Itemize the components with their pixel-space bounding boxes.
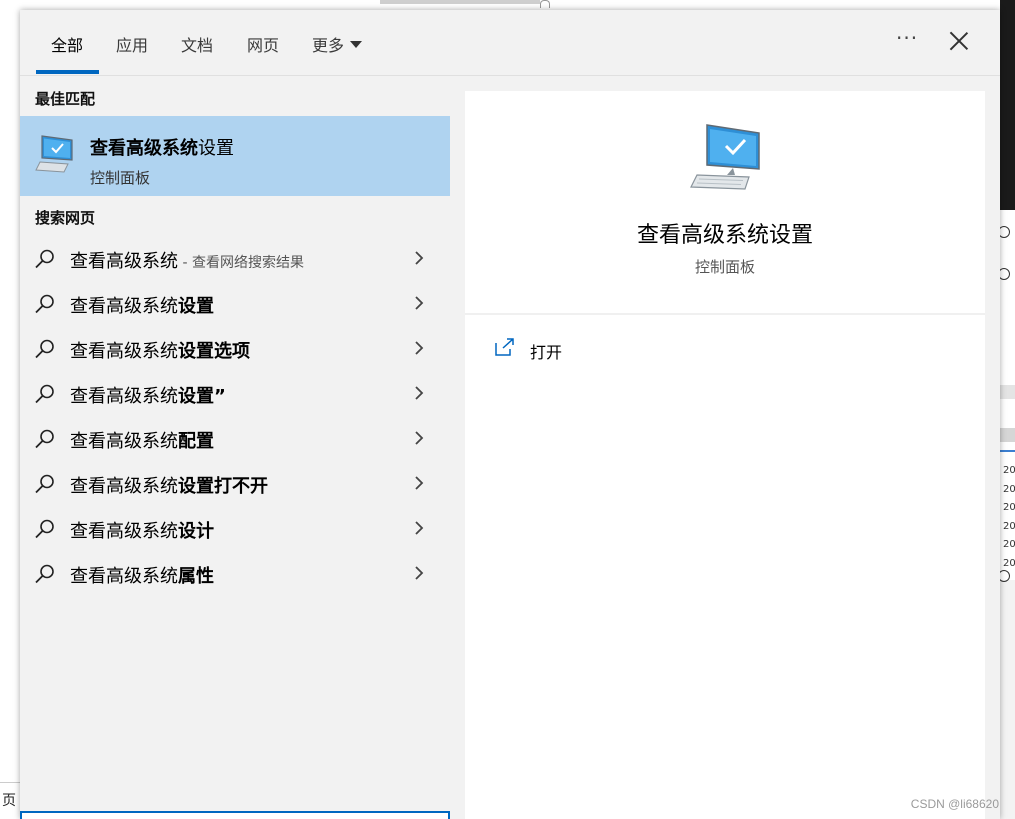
web-search-result[interactable]: 查看高级系统设置 xyxy=(20,282,450,324)
search-icon xyxy=(35,384,54,404)
result-text: 查看高级系统设置打不开 xyxy=(70,472,268,498)
result-normal: 查看高级系统 xyxy=(70,341,178,362)
chevron-right-icon[interactable] xyxy=(412,431,426,445)
search-icon xyxy=(35,294,54,314)
web-search-result[interactable]: 查看高级系统配置 xyxy=(20,417,450,459)
search-icon xyxy=(35,339,54,359)
detail-pane: 查看高级系统设置 控制面板 打开 xyxy=(465,91,985,819)
side-number: 20 xyxy=(1003,483,1015,495)
chevron-right-icon[interactable] xyxy=(412,341,426,355)
web-search-result[interactable]: 查看高级系统属性 xyxy=(20,552,450,594)
tab-more[interactable]: 更多 xyxy=(312,32,363,56)
search-icon xyxy=(35,564,54,584)
tab-documents[interactable]: 文档 xyxy=(181,32,213,56)
open-button[interactable]: 打开 xyxy=(495,335,695,365)
side-number: 20 xyxy=(1003,539,1015,550)
side-number: 20 xyxy=(1003,557,1015,569)
chevron-right-icon[interactable] xyxy=(412,386,426,400)
result-normal: 查看高级系统 xyxy=(70,521,178,542)
result-bold: 设置打不开 xyxy=(178,476,268,497)
best-match-subtitle: 控制面板 xyxy=(90,169,151,187)
result-hint: - 查看网络搜索结果 xyxy=(178,255,304,271)
chevron-right-icon[interactable] xyxy=(412,566,426,580)
side-number: 20 xyxy=(1003,465,1015,476)
open-label: 打开 xyxy=(530,343,563,362)
more-options-icon[interactable]: ··· xyxy=(896,26,918,50)
tab-more-label: 更多 xyxy=(312,36,345,55)
chevron-right-icon[interactable] xyxy=(412,296,426,310)
result-normal: 查看高级系统 xyxy=(70,386,178,407)
search-icon xyxy=(35,429,54,449)
background-side-numbers: 20 20 20 20 20 20 xyxy=(1003,462,1015,573)
result-normal: 查看高级系统 xyxy=(70,431,178,452)
result-normal: 查看高级系统 xyxy=(70,296,178,317)
result-text: 查看高级系统设置” xyxy=(70,382,226,408)
best-match-title-rest: 设置 xyxy=(198,138,234,159)
background-left xyxy=(0,0,20,819)
side-number: 20 xyxy=(1003,520,1015,532)
watermark: CSDN @li68620 xyxy=(910,797,999,811)
active-tab-indicator xyxy=(36,70,99,74)
computer-monitor-icon xyxy=(35,135,73,173)
tab-apps[interactable]: 应用 xyxy=(116,32,148,56)
result-text: 查看高级系统配置 xyxy=(70,427,214,453)
caret-down-icon xyxy=(350,41,363,48)
web-search-result[interactable]: 查看高级系统 - 查看网络搜索结果 xyxy=(20,237,450,279)
web-search-result[interactable]: 查看高级系统设置” xyxy=(20,372,450,414)
result-text: 查看高级系统属性 xyxy=(70,562,214,588)
background-bar xyxy=(1000,428,1015,442)
result-text: 查看高级系统设置选项 xyxy=(70,337,250,363)
background-scroll-knob xyxy=(540,0,550,8)
chevron-right-icon[interactable] xyxy=(412,521,426,535)
background-dark-panel xyxy=(1000,0,1015,210)
result-normal: 查看高级系统 xyxy=(70,251,178,272)
background-scrollbar xyxy=(380,0,540,4)
detail-title: 查看高级系统设置 xyxy=(636,223,813,248)
web-search-heading: 搜索网页 xyxy=(35,209,96,227)
result-text: 查看高级系统设置 xyxy=(70,292,214,318)
search-tab-bar: 全部 应用 文档 网页 更多 ··· xyxy=(20,10,1000,76)
close-icon[interactable] xyxy=(948,30,970,52)
search-icon xyxy=(35,249,54,269)
web-search-result[interactable]: 查看高级系统设计 xyxy=(20,507,450,549)
result-bold: 设置 xyxy=(178,296,214,317)
tab-all[interactable]: 全部 xyxy=(51,32,83,56)
best-match-item[interactable]: 查看高级系统设置 控制面板 xyxy=(20,116,450,196)
chevron-right-icon[interactable] xyxy=(412,476,426,490)
background-page-label: 页 xyxy=(2,793,16,809)
detail-subtitle: 控制面板 xyxy=(694,258,755,276)
result-bold: 设计 xyxy=(178,521,214,542)
tab-web[interactable]: 网页 xyxy=(247,32,279,56)
web-search-result[interactable]: 查看高级系统设置打不开 xyxy=(20,462,450,504)
best-match-heading: 最佳匹配 xyxy=(35,90,96,108)
divider xyxy=(465,313,985,315)
search-icon xyxy=(35,474,54,494)
web-search-result[interactable]: 查看高级系统设置选项 xyxy=(20,327,450,369)
computer-monitor-icon xyxy=(690,124,760,190)
background-bar xyxy=(1000,385,1015,399)
open-external-icon xyxy=(495,338,514,356)
result-bold: 属性 xyxy=(178,566,214,587)
search-icon xyxy=(35,519,54,539)
result-bold: 设置” xyxy=(178,386,226,407)
search-window: 全部 应用 文档 网页 更多 ··· 最佳匹配 查看高级系统设置 控制面板 搜索… xyxy=(20,10,1000,819)
search-input[interactable] xyxy=(20,811,450,819)
result-normal: 查看高级系统 xyxy=(70,566,178,587)
result-normal: 查看高级系统 xyxy=(70,476,178,497)
best-match-title: 查看高级系统设置 xyxy=(90,134,234,160)
background-blue-line xyxy=(1000,450,1015,452)
result-bold: 设置选项 xyxy=(178,341,250,362)
result-text: 查看高级系统设计 xyxy=(70,517,214,543)
result-text: 查看高级系统 - 查看网络搜索结果 xyxy=(70,247,304,273)
chevron-right-icon[interactable] xyxy=(412,251,426,265)
result-bold: 配置 xyxy=(178,431,214,452)
best-match-title-bold: 查看高级系统 xyxy=(90,138,198,159)
side-number: 20 xyxy=(1003,502,1015,513)
